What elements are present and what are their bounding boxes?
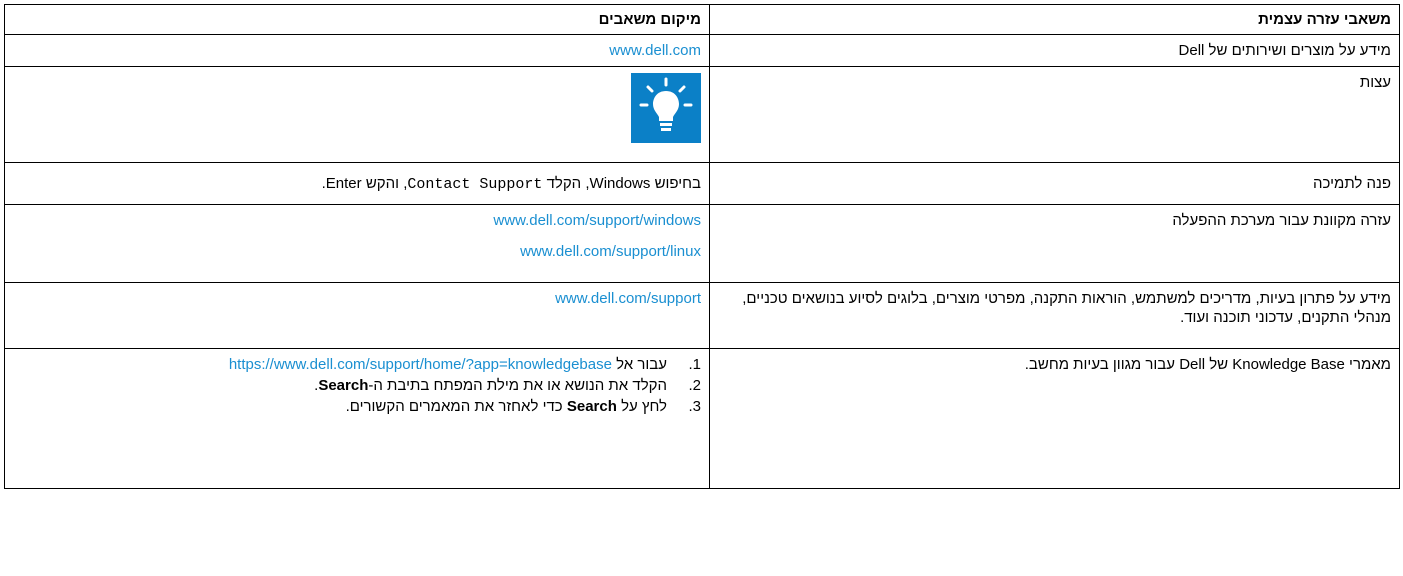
table-header-row: משאבי עזרה עצמית מיקום משאבים bbox=[4, 4, 1400, 35]
search-keyword: Search bbox=[318, 377, 369, 394]
contact-support-command: Contact Support bbox=[407, 176, 543, 193]
location-cell: www.dell.com bbox=[4, 34, 710, 67]
resource-cell: פנה לתמיכה bbox=[709, 162, 1400, 205]
step-number: 3. bbox=[688, 398, 701, 415]
header-resources: משאבי עזרה עצמית bbox=[709, 4, 1400, 35]
location-cell bbox=[4, 66, 710, 163]
kb-text-part2: של bbox=[1209, 356, 1229, 373]
enter-key-label: Enter. bbox=[321, 175, 362, 192]
knowledgebase-link[interactable]: https://www.dell.com/support/home/?app=k… bbox=[229, 356, 612, 373]
resource-cell: עזרה מקוונת עבור מערכת ההפעלה bbox=[709, 204, 1400, 283]
kb-name: Knowledge Base bbox=[1232, 356, 1345, 373]
table-row: עזרה מקוונת עבור מערכת ההפעלה www.dell.c… bbox=[4, 204, 1400, 283]
contact-step-type: , הקלד bbox=[546, 175, 590, 192]
table-row: עצות bbox=[4, 66, 1400, 163]
step-text: לחץ על Search כדי לאחזר את המאמרים הקשור… bbox=[13, 397, 673, 416]
location-cell: בחיפוש Windows, הקלד Contact Support, וה… bbox=[4, 162, 710, 205]
step-suffix: כדי לאחזר את המאמרים הקשורים. bbox=[345, 398, 563, 415]
header-location: מיקום משאבים bbox=[4, 4, 710, 35]
windows-label: Windows bbox=[589, 175, 651, 192]
list-item: 2. הקלד את הנושא או את מילת המפתח בתיבת … bbox=[13, 376, 701, 395]
table-row: מאמרי Knowledge Base של Dell עבור מגוון … bbox=[4, 348, 1400, 489]
list-item: 3. לחץ על Search כדי לאחזר את המאמרים הק… bbox=[13, 397, 701, 416]
step-prefix: לחץ על bbox=[621, 398, 667, 415]
step-number: 2. bbox=[688, 377, 701, 394]
dell-support-link[interactable]: www.dell.com/support bbox=[555, 290, 701, 307]
list-item: 1. עבור אל https://www.dell.com/support/… bbox=[13, 355, 701, 374]
kb-steps-list: 1. עבור אל https://www.dell.com/support/… bbox=[13, 355, 701, 416]
resource-cell: עצות bbox=[709, 66, 1400, 163]
table-row: מידע על פתרון בעיות, מדריכים למשתמש, הור… bbox=[4, 282, 1400, 349]
kb-text-part3: עבור מגוון בעיות מחשב. bbox=[1024, 356, 1176, 373]
table-row: מידע על מוצרים ושירותים של Dell www.dell… bbox=[4, 34, 1400, 67]
linux-support-link[interactable]: www.dell.com/support/linux bbox=[520, 243, 701, 260]
self-help-resources-table: משאבי עזרה עצמית מיקום משאבים מידע על מו… bbox=[4, 4, 1400, 489]
location-cell: 1. עבור אל https://www.dell.com/support/… bbox=[4, 348, 710, 489]
page: משאבי עזרה עצמית מיקום משאבים מידע על מו… bbox=[0, 0, 1403, 576]
table-row: פנה לתמיכה בחיפוש Windows, הקלד Contact … bbox=[4, 162, 1400, 205]
location-cell: www.dell.com/support bbox=[4, 282, 710, 349]
step-prefix: עבור אל bbox=[616, 356, 667, 373]
step-text: הקלד את הנושא או את מילת המפתח בתיבת ה-S… bbox=[13, 376, 673, 395]
resource-cell: מידע על מוצרים ושירותים של Dell bbox=[709, 34, 1400, 67]
step-text: עבור אל https://www.dell.com/support/hom… bbox=[13, 355, 673, 374]
step-number: 1. bbox=[688, 356, 701, 373]
dell-home-link[interactable]: www.dell.com bbox=[609, 42, 701, 59]
search-keyword: Search bbox=[566, 398, 617, 415]
lightbulb-tip-icon bbox=[631, 73, 701, 143]
step-prefix: הקלד את הנושא או את מילת המפתח בתיבת ה- bbox=[368, 377, 667, 394]
resource-cell: מאמרי Knowledge Base של Dell עבור מגוון … bbox=[709, 348, 1400, 489]
windows-support-link[interactable]: www.dell.com/support/windows bbox=[493, 212, 701, 229]
contact-step-press: , והקש bbox=[365, 175, 408, 192]
dell-name: Dell bbox=[1179, 356, 1206, 373]
resource-cell: מידע על פתרון בעיות, מדריכים למשתמש, הור… bbox=[709, 282, 1400, 349]
contact-step-prefix: בחיפוש bbox=[654, 175, 701, 192]
location-cell: www.dell.com/support/windows www.dell.co… bbox=[4, 204, 710, 283]
kb-text-part1: מאמרי bbox=[1349, 356, 1391, 373]
